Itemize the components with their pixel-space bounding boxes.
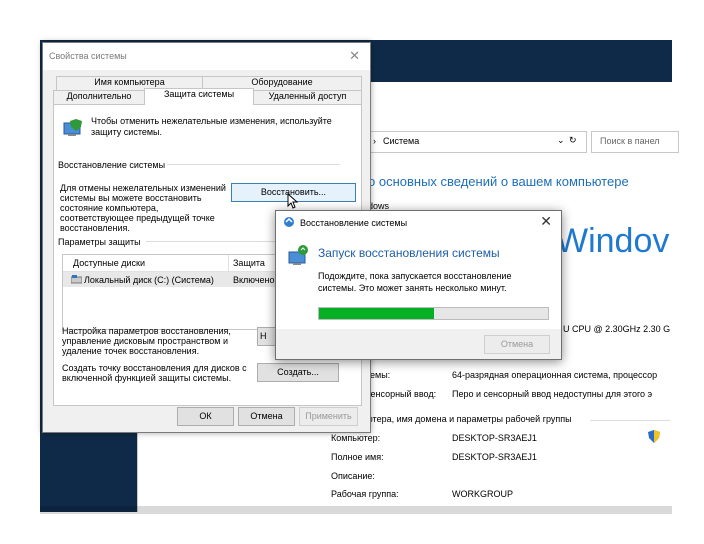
header-protection: Защита bbox=[233, 258, 265, 268]
system-type-value: 64-разрядная операционная система, проце… bbox=[452, 370, 658, 380]
computer-section-title: ютера, имя домена и параметры рабочей гр… bbox=[366, 414, 572, 424]
fullname-label: Полное имя: bbox=[331, 452, 384, 462]
create-button[interactable]: Создать... bbox=[257, 363, 339, 382]
dialog-titlebar: Свойства системы ✕ bbox=[43, 43, 370, 70]
drive-protection: Включено bbox=[233, 275, 275, 285]
tab-advanced[interactable]: Дополнительно bbox=[53, 90, 145, 104]
desktop-strip bbox=[46, 430, 136, 510]
computer-label: Компьютер: bbox=[331, 433, 381, 443]
address-bar[interactable]: › Система ⌄ ↻ bbox=[370, 131, 587, 153]
dialog-title: Свойства системы bbox=[49, 51, 127, 61]
close-icon[interactable]: ✕ bbox=[349, 48, 360, 64]
restore-heading: Запуск восстановления системы bbox=[318, 246, 500, 260]
configure-text: Настройка параметров восстановления, упр… bbox=[62, 326, 231, 356]
restore-footer: Отмена bbox=[276, 329, 561, 359]
pen-touch-value: Перо и сенсорный ввод недоступны для это… bbox=[452, 389, 653, 399]
restore-progress-bar bbox=[318, 307, 549, 320]
section-divider bbox=[590, 420, 670, 421]
ok-button[interactable]: ОК bbox=[177, 407, 234, 426]
tab-remote[interactable]: Удаленный доступ bbox=[253, 90, 362, 104]
system-protection-icon bbox=[62, 117, 84, 141]
windows-logo-text: Windov bbox=[556, 222, 670, 260]
system-heading: о основных сведений о вашем компьютере bbox=[368, 174, 629, 189]
intro-text: Чтобы отменить нежелательные изменения, … bbox=[91, 116, 332, 137]
shield-icon bbox=[648, 430, 660, 445]
address-path: Система bbox=[383, 136, 420, 146]
search-input[interactable]: Поиск в панел bbox=[591, 131, 679, 153]
system-restore-dialog: Восстановление системы ✕ Запуск восстано… bbox=[275, 210, 562, 360]
restore-group-line bbox=[167, 164, 340, 165]
restore-group-label: Восстановление системы bbox=[58, 160, 166, 170]
restore-small-icon bbox=[283, 216, 295, 230]
cancel-button[interactable]: Отмена bbox=[238, 407, 295, 426]
protection-group-label: Параметры защиты bbox=[58, 237, 141, 247]
progress-fill bbox=[319, 308, 434, 319]
create-text: Создать точку восстановления для дисков … bbox=[62, 363, 247, 383]
workgroup-value: WORKGROUP bbox=[452, 489, 514, 499]
description-label: Описание: bbox=[331, 471, 375, 481]
torn-edge-shadow bbox=[40, 506, 672, 514]
header-drives: Доступные диски bbox=[73, 258, 145, 268]
restore-dialog-title: Восстановление системы bbox=[300, 218, 408, 228]
workgroup-label: Рабочая группа: bbox=[331, 489, 399, 499]
restore-body: Подождите, пока запускается восстановлен… bbox=[318, 271, 512, 293]
chevron-down-icon[interactable]: ⌄ bbox=[557, 135, 565, 146]
pen-touch-label: сенсорный ввод: bbox=[366, 389, 437, 399]
mouse-cursor-icon bbox=[287, 192, 299, 211]
header-divider bbox=[228, 255, 229, 271]
restore-text: Для отмены нежелательных изменений систе… bbox=[60, 183, 226, 233]
chevron-right-icon: › bbox=[373, 136, 376, 146]
cpu-value: U CPU @ 2.30GHz 2.30 G bbox=[563, 324, 671, 334]
computer-value: DESKTOP-SR3AEJ1 bbox=[452, 433, 537, 443]
apply-button[interactable]: Применить bbox=[299, 407, 358, 426]
drive-icon bbox=[70, 275, 83, 286]
restore-big-icon bbox=[286, 244, 310, 270]
tab-system-protection[interactable]: Защита системы bbox=[144, 88, 254, 105]
drive-name: Локальный диск (C:) (Система) bbox=[84, 275, 214, 285]
refresh-icon[interactable]: ↻ bbox=[569, 135, 577, 146]
close-icon[interactable]: ✕ bbox=[540, 213, 552, 230]
fullname-value: DESKTOP-SR3AEJ1 bbox=[452, 452, 537, 462]
restore-cancel-button[interactable]: Отмена bbox=[484, 335, 550, 354]
